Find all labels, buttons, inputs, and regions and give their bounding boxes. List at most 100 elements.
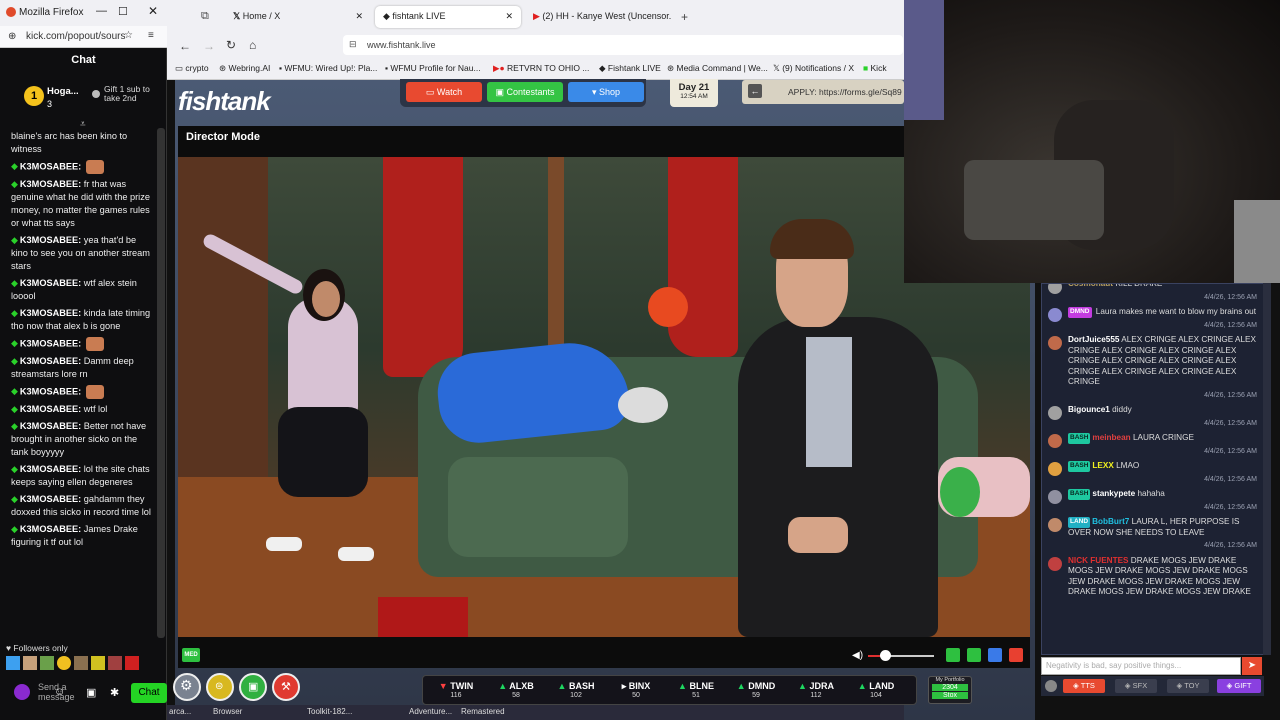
livestream-video[interactable] — [178, 157, 1030, 637]
avatar[interactable] — [1048, 406, 1062, 420]
arrow-left-icon[interactable]: ← — [748, 84, 762, 98]
settings-gear-button[interactable]: ⚙ — [173, 673, 201, 701]
chat-send-button[interactable]: Chat — [131, 683, 167, 703]
avatar[interactable] — [1048, 462, 1062, 476]
ticker-item[interactable]: ▲ BASH 102 — [547, 679, 605, 703]
avatar[interactable] — [1048, 518, 1062, 532]
stox-button[interactable]: Stox — [932, 692, 968, 699]
avatar[interactable] — [1048, 308, 1062, 322]
chat-username[interactable]: stankypete — [1092, 489, 1135, 498]
fishtank-chat-input[interactable]: Negativity is bad, say positive things..… — [1041, 657, 1241, 675]
chat-username[interactable]: K3MOSABEE: — [20, 494, 81, 504]
pip-icon[interactable] — [946, 648, 960, 662]
menu-icon[interactable]: ≡ — [148, 30, 154, 41]
tab-close-icon[interactable]: ✕ — [355, 11, 363, 22]
emote-icon[interactable] — [74, 656, 88, 670]
volume-slider-handle[interactable] — [880, 650, 891, 661]
bookmark-retvrn[interactable]: ▶● RETVRN TO OHIO ... — [493, 63, 589, 74]
reload-icon[interactable]: ↻ — [226, 38, 236, 52]
avatar[interactable] — [1048, 490, 1062, 504]
gift-button[interactable]: ◈ GIFT — [1217, 679, 1261, 693]
ticker-item[interactable]: ▲ BLNE 51 — [667, 679, 725, 703]
maximize-button[interactable]: ☐ — [118, 5, 128, 18]
site-info-icon[interactable]: ⊟ — [349, 39, 357, 50]
bookmark-media-command[interactable]: ⊛ Media Command | We... — [667, 63, 768, 74]
chat-username[interactable]: DortJuice555 — [1068, 335, 1119, 344]
ticker-item[interactable]: ▸ BINX 50 — [607, 679, 665, 703]
chat-username[interactable]: meinbean — [1092, 433, 1130, 442]
fishtank-logo[interactable]: fishtank — [178, 86, 271, 117]
tab-close-icon[interactable]: ✕ — [505, 11, 513, 22]
chat-username[interactable]: K3MOSABEE: — [20, 386, 81, 396]
tab-fishtank[interactable]: ◆ fishtank LIVE ✕ — [375, 6, 521, 28]
chat-username[interactable]: K3MOSABEE: — [20, 235, 81, 245]
mic-icon[interactable] — [14, 684, 30, 700]
tab-youtube[interactable]: ▶ (2) HH - Kanye West (Uncensor... — [525, 6, 671, 28]
sfx-button[interactable]: ◈ SFX — [1115, 679, 1157, 693]
send-icon[interactable]: ➤ — [1242, 657, 1262, 675]
ticker-item[interactable]: ▲ JDRA 112 — [787, 679, 845, 703]
quality-med-button[interactable]: MED — [182, 648, 200, 662]
emote-icon[interactable] — [23, 656, 37, 670]
chat-scrollbar[interactable] — [157, 128, 165, 638]
record-icon[interactable] — [1009, 648, 1023, 662]
gift-sub-cta[interactable]: Gift 1 sub to take 2nd — [104, 85, 150, 103]
tab-list-icon[interactable]: ⧉ — [201, 10, 209, 23]
chat-username[interactable]: Bigounce1 — [1068, 405, 1110, 414]
inventory-button[interactable]: ▣ — [239, 673, 267, 701]
chat-username[interactable]: K3MOSABEE: — [20, 338, 81, 348]
bookmark-wfmu-profile[interactable]: ▪ WFMU Profile for Nau... — [385, 63, 481, 73]
pinned-user[interactable]: Hoga... — [47, 86, 79, 97]
bookmark-wfmu-wired[interactable]: ▪ WFMU: Wired Up!: Pla... — [279, 63, 377, 73]
nav-watch-button[interactable]: ▭ Watch — [406, 82, 482, 102]
emote-icon[interactable] — [57, 656, 71, 670]
taskbar-item[interactable]: Toolkit-182... — [307, 707, 352, 716]
chat-username[interactable]: K3MOSABEE: — [20, 404, 81, 414]
bookmark-fishtank[interactable]: ◆ Fishtank LIVE — [599, 63, 661, 74]
forward-icon[interactable]: → — [203, 39, 215, 53]
minimize-button[interactable]: — — [96, 5, 107, 17]
home-icon[interactable]: ⌂ — [249, 38, 256, 52]
address-bar[interactable]: ⊟ www.fishtank.live — [343, 35, 903, 55]
bookmark-webring[interactable]: ⊛ Webring.AI — [219, 63, 270, 74]
bookmark-crypto[interactable]: ▭ crypto — [175, 63, 209, 74]
ticker-item[interactable]: ▲ LAND 104 — [847, 679, 905, 703]
chat-scrollbar[interactable] — [1263, 283, 1271, 655]
taskbar-item[interactable]: arca... — [169, 707, 191, 716]
coins-button[interactable]: ⊜ — [206, 673, 234, 701]
tab-home-x[interactable]: 𝕏 Home / X ✕ — [225, 6, 371, 28]
close-button[interactable]: ✕ — [148, 4, 158, 18]
emote-icon[interactable] — [40, 656, 54, 670]
tts-button[interactable]: ◈ TTS — [1063, 679, 1105, 693]
chat-username[interactable]: K3MOSABEE: — [20, 524, 81, 534]
emoji-icon[interactable]: ☺ — [54, 686, 65, 698]
ticker-item[interactable]: ▲ ALXB 58 — [487, 679, 545, 703]
new-tab-button[interactable]: + — [681, 10, 688, 24]
crafting-button[interactable]: ⚒ — [272, 673, 300, 701]
emote-icon[interactable] — [6, 656, 20, 670]
chat-username[interactable]: K3MOSABEE: — [20, 161, 81, 171]
toy-button[interactable]: ◈ TOY — [1167, 679, 1209, 693]
fullscreen-icon[interactable] — [988, 648, 1002, 662]
avatar[interactable] — [1048, 556, 1062, 571]
settings-icon[interactable]: ✱ — [110, 686, 119, 699]
taskbar-item[interactable]: Browser — [213, 707, 242, 716]
avatar[interactable] — [1048, 336, 1062, 350]
star-icon[interactable]: ☆ — [124, 30, 133, 41]
theater-icon[interactable] — [967, 648, 981, 662]
emoji-icon[interactable] — [1045, 680, 1057, 692]
chat-username[interactable]: BobBurt7 — [1092, 517, 1129, 526]
nav-shop-button[interactable]: ▾ Shop — [568, 82, 644, 102]
chat-username[interactable]: K3MOSABEE: — [20, 421, 81, 431]
volume-icon[interactable]: ◀) — [852, 650, 863, 661]
emote-icon[interactable] — [108, 656, 122, 670]
emote-icon[interactable] — [91, 656, 105, 670]
avatar[interactable] — [1048, 284, 1062, 294]
nav-contestants-button[interactable]: ▣ Contestants — [487, 82, 563, 102]
chat-username[interactable]: K3MOSABEE: — [20, 179, 81, 189]
bookmark-notifications-x[interactable]: 𝕏 (9) Notifications / X — [773, 63, 854, 74]
taskbar-item[interactable]: Remastered — [461, 707, 505, 716]
chat-username[interactable]: K3MOSABEE: — [20, 308, 81, 318]
chat-username[interactable]: Cosmonaut — [1068, 284, 1113, 288]
ticker-item[interactable]: ▼ TWIN 116 — [427, 679, 485, 703]
